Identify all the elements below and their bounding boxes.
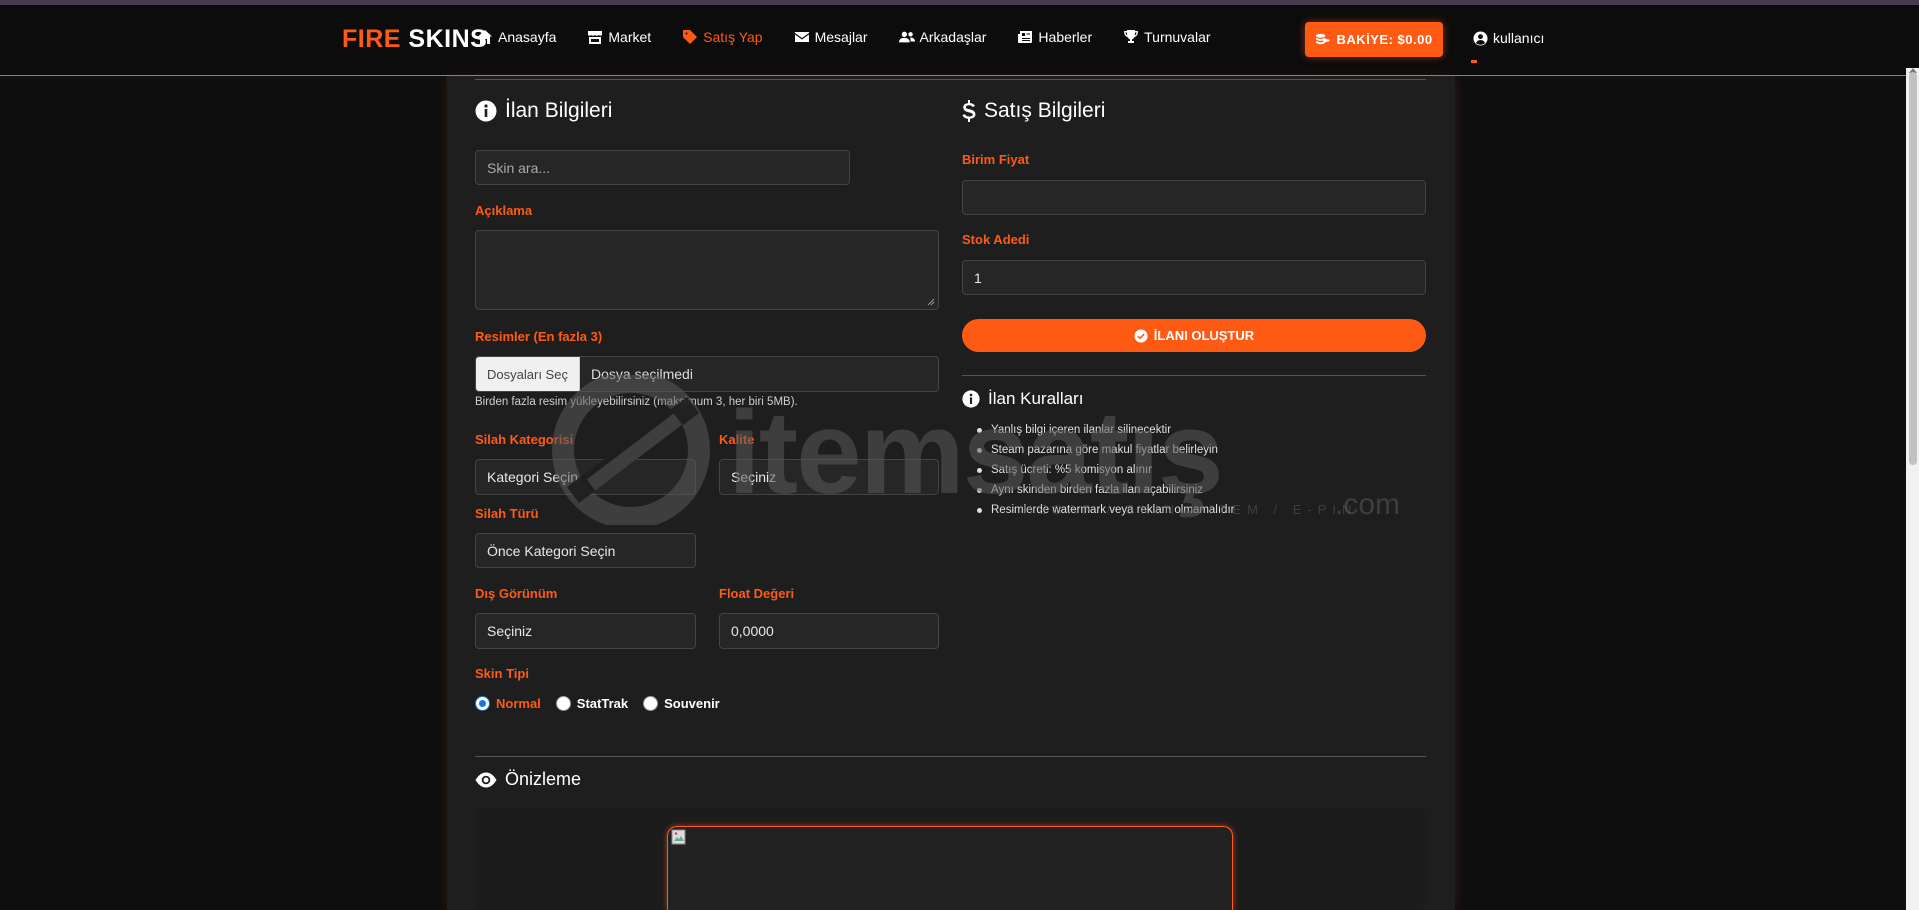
- weapon-category-select[interactable]: Kategori Seçin: [475, 459, 696, 495]
- nav-item-friends[interactable]: Arkadaşlar: [898, 29, 987, 45]
- tag-icon: [683, 30, 698, 44]
- radio-souvenir[interactable]: Souvenir: [643, 696, 720, 711]
- nav-item-home[interactable]: Anasayfa: [477, 29, 556, 45]
- stock-label: Stok Adedi: [962, 232, 1030, 247]
- unit-price-label: Birim Fiyat: [962, 152, 1030, 167]
- preview-divider: [475, 756, 1426, 757]
- user-circle-icon: [1473, 30, 1488, 46]
- nav-item-sell[interactable]: Satış Yap: [682, 29, 763, 45]
- skin-search-input[interactable]: Skin ara...: [475, 150, 850, 185]
- stock-input[interactable]: 1: [962, 260, 1426, 295]
- brand-logo[interactable]: FIRE SKINS: [342, 25, 487, 54]
- navbar: FIRE SKINS Anasayfa Market Satış Yap Mes…: [0, 5, 1919, 76]
- brand-skins: SKINS: [408, 25, 488, 53]
- nav-item-label: Arkadaşlar: [919, 29, 987, 45]
- store-icon: [588, 31, 603, 44]
- users-icon: [898, 31, 915, 43]
- skin-type-radio-group: Normal StatTrak Souvenir: [475, 696, 735, 711]
- weapon-category-label: Silah Kategorisi: [475, 432, 574, 447]
- preview-title-text: Önizleme: [505, 769, 582, 789]
- broken-image-icon: [671, 829, 686, 845]
- weapon-type-label: Silah Türü: [475, 506, 539, 521]
- brand-fire: FIRE: [342, 25, 401, 53]
- nav-item-label: Haberler: [1038, 29, 1093, 45]
- nav-item-messages[interactable]: Mesajlar: [794, 29, 868, 45]
- radio-souvenir-circle[interactable]: [643, 696, 659, 711]
- home-icon: [478, 30, 492, 44]
- resize-grip-icon[interactable]: [927, 298, 935, 306]
- images-help-text: Birden fazla resim yükleyebilirsiniz (ma…: [475, 396, 798, 408]
- rules-title: İlan Kuralları: [962, 389, 1083, 409]
- nav-links: Anasayfa Market Satış Yap Mesajlar Arkad…: [477, 29, 1242, 45]
- quality-select[interactable]: Seçiniz: [719, 459, 939, 495]
- nav-item-label: Anasayfa: [498, 29, 557, 45]
- images-label: Resimler (En fazla 3): [475, 329, 603, 344]
- nav-item-label: Satış Yap: [703, 29, 763, 45]
- skin-type-label: Skin Tipi: [475, 666, 529, 681]
- info-circle-icon: [475, 100, 497, 122]
- preview-title: Önizleme: [475, 769, 581, 790]
- nav-item-label: Mesajlar: [814, 29, 868, 45]
- nav-item-label: Market: [608, 29, 652, 45]
- user-name: kullanıcı: [1493, 30, 1545, 46]
- nav-item-tournaments[interactable]: Turnuvalar: [1123, 29, 1211, 45]
- create-listing-button[interactable]: İLANI OLUŞTUR: [962, 319, 1426, 352]
- float-label: Float Değeri: [719, 586, 795, 601]
- nav-item-market[interactable]: Market: [587, 29, 651, 45]
- coins-icon: [1316, 33, 1330, 45]
- description-textarea[interactable]: [475, 230, 939, 310]
- balance-label: BAKİYE: $0.00: [1336, 32, 1433, 47]
- radio-stattrak-label: StatTrak: [576, 696, 629, 711]
- weapon-type-select[interactable]: Önce Kategori Seçin: [475, 533, 696, 568]
- radio-normal[interactable]: Normal: [475, 696, 541, 711]
- radio-normal-label: Normal: [496, 696, 541, 711]
- exterior-select[interactable]: Seçiniz: [475, 613, 696, 649]
- nav-item-news[interactable]: Haberler: [1017, 29, 1092, 45]
- exterior-label: Dış Görünüm: [475, 586, 558, 601]
- panel-divider: [475, 79, 1426, 80]
- newspaper-icon: [1018, 31, 1033, 43]
- list-item: Resimlerde watermark veya reklam olmamal…: [976, 500, 1234, 520]
- dollar-icon: [962, 100, 976, 122]
- listing-info-title: İlan Bilgileri: [475, 99, 612, 123]
- images-file-input[interactable]: Dosyaları Seç Dosya seçilmedi: [475, 356, 939, 392]
- choose-files-button[interactable]: Dosyaları Seç: [476, 357, 580, 391]
- list-item: Aynı skinden birden fazla ilan açabilirs…: [976, 480, 1234, 500]
- radio-stattrak[interactable]: StatTrak: [555, 696, 629, 711]
- description-label: Açıklama: [475, 203, 533, 218]
- info-circle-icon: [962, 390, 980, 408]
- radio-souvenir-label: Souvenir: [664, 696, 720, 711]
- float-input[interactable]: 0,0000: [719, 613, 939, 649]
- create-listing-label: İLANI OLUŞTUR: [1153, 328, 1255, 343]
- file-status: Dosya seçilmedi: [591, 366, 693, 382]
- eye-icon: [475, 772, 497, 787]
- list-item: Yanlış bilgi içeren ilanlar silinecektir: [976, 420, 1234, 440]
- trophy-icon: [1124, 30, 1139, 43]
- sale-info-title: Satış Bilgileri: [962, 99, 1105, 123]
- quality-label: Kalite: [719, 432, 755, 447]
- envelope-icon: [794, 32, 809, 42]
- rules-divider: [962, 375, 1426, 376]
- sale-info-title-text: Satış Bilgileri: [984, 99, 1106, 122]
- preview-card: [667, 826, 1233, 910]
- unit-price-input[interactable]: [962, 180, 1426, 215]
- listing-info-title-text: İlan Bilgileri: [505, 99, 613, 122]
- radio-normal-circle[interactable]: [475, 696, 490, 711]
- user-indicator: [1471, 60, 1477, 63]
- scrollbar-thumb[interactable]: [1909, 72, 1917, 465]
- user-menu[interactable]: kullanıcı: [1473, 30, 1544, 46]
- balance-button[interactable]: BAKİYE: $0.00: [1305, 22, 1443, 57]
- list-item: Steam pazarına göre makul fiyatlar belir…: [976, 440, 1234, 460]
- nav-item-label: Turnuvalar: [1144, 29, 1211, 45]
- rules-title-text: İlan Kuralları: [988, 389, 1084, 408]
- list-item: Satış ücreti: %5 komisyon alınır: [976, 460, 1234, 480]
- radio-stattrak-circle[interactable]: [555, 696, 571, 711]
- check-circle-icon: [1134, 328, 1148, 343]
- rules-list: Yanlış bilgi içeren ilanlar silinecektir…: [976, 420, 1234, 520]
